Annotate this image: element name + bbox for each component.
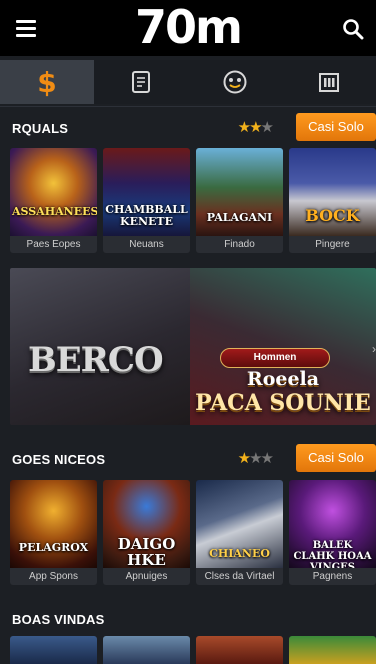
- game-tile[interactable]: CHAMBBALL KENETE Neuans: [103, 148, 190, 253]
- game-title: PELAGROX: [18, 541, 89, 554]
- game-caption: Finado: [196, 236, 283, 253]
- divider: [0, 106, 376, 107]
- game-caption: Neuans: [103, 236, 190, 253]
- casino-solo-button[interactable]: Casi Solo: [296, 113, 376, 141]
- game-art: [10, 480, 97, 568]
- game-title: ASSAHANEES: [12, 205, 97, 218]
- game-tile[interactable]: ASSAHANEES Paes Eopes: [10, 148, 97, 253]
- bank-icon: [319, 73, 339, 92]
- section-title: BOAS VINDAS: [12, 612, 105, 627]
- top-bar: 70m: [0, 0, 376, 56]
- game-caption: App Spons: [10, 568, 97, 585]
- game-title: BOCK: [305, 206, 360, 225]
- banner-title: Roeela PACA SOUNIE: [190, 368, 376, 416]
- tab-bank[interactable]: [282, 60, 376, 104]
- game-title: CHAMBBALL KENETE: [105, 203, 188, 228]
- section-title: RQUALS: [12, 121, 69, 136]
- game-tile[interactable]: DAIGO HKE Apnuiges: [103, 480, 190, 585]
- tab-casino[interactable]: $: [0, 60, 94, 104]
- live-icon: [223, 70, 247, 94]
- game-tile[interactable]: [103, 636, 190, 664]
- game-tile[interactable]: [10, 636, 97, 664]
- section-header: GOES NICEOS ★★★ Casi Solo: [0, 444, 376, 474]
- banner-left-logo: BERCO: [28, 340, 164, 380]
- receipt-icon: [132, 71, 150, 93]
- game-tile[interactable]: BALEK CLAHK HOAA VINGES Pagnens: [289, 480, 376, 585]
- game-row: PELAGROX App Spons DAIGO HKE Apnuiges CH…: [10, 480, 376, 590]
- game-caption: Apnuiges: [103, 568, 190, 585]
- banner-badge: Hommen: [220, 348, 330, 368]
- rating-stars: ★★★: [237, 119, 274, 136]
- svg-text:$: $: [37, 67, 56, 97]
- banner-title-line1: Roeela: [246, 368, 320, 390]
- rating-stars: ★★★: [237, 450, 274, 467]
- game-tile[interactable]: PELAGROX App Spons: [10, 480, 97, 585]
- search-icon[interactable]: [342, 18, 364, 40]
- game-row: ASSAHANEES Paes Eopes CHAMBBALL KENETE N…: [10, 148, 376, 258]
- promo-banner[interactable]: BERCO Hommen Roeela PACA SOUNIE ›: [10, 268, 376, 425]
- game-caption: Pagnens: [289, 568, 376, 585]
- section-header: RQUALS ★★★ Casi Solo: [0, 113, 376, 143]
- game-caption: Paes Eopes: [10, 236, 97, 253]
- game-title: PALAGANI: [206, 211, 273, 224]
- tab-sports[interactable]: [94, 60, 188, 104]
- section-header: BOAS VINDAS: [0, 604, 376, 634]
- banner-title-line2: PACA SOUNIE: [195, 390, 371, 416]
- chevron-right-icon[interactable]: ›: [372, 342, 376, 356]
- game-tile[interactable]: [196, 636, 283, 664]
- game-title: DAIGO HKE: [117, 535, 176, 569]
- category-tabs: $: [0, 60, 376, 104]
- casino-solo-button[interactable]: Casi Solo: [296, 444, 376, 472]
- game-tile[interactable]: BOCK Pingere: [289, 148, 376, 253]
- game-tile[interactable]: [289, 636, 376, 664]
- tab-live[interactable]: [188, 60, 282, 104]
- section-title: GOES NICEOS: [12, 452, 106, 467]
- game-title: CHIANEO: [209, 547, 270, 560]
- game-tile[interactable]: PALAGANI Finado: [196, 148, 283, 253]
- game-row: [10, 636, 376, 664]
- game-caption: Clses da Virtael: [196, 568, 283, 585]
- dollar-icon: $: [37, 67, 56, 97]
- game-art: [10, 148, 97, 236]
- game-caption: Pingere: [289, 236, 376, 253]
- game-tile[interactable]: CHIANEO Clses da Virtael: [196, 480, 283, 585]
- app-logo[interactable]: 70m: [0, 2, 376, 52]
